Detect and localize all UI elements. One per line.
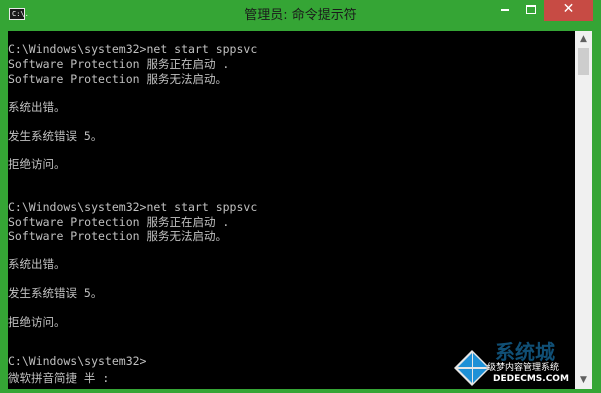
watermark-domain: DEDECMS.COM xyxy=(493,374,569,384)
console-prompt: C:\Windows\system32> xyxy=(8,354,147,368)
close-button[interactable]: ✕ xyxy=(544,0,593,21)
maximize-button[interactable] xyxy=(518,0,544,21)
console-line: 系统出错。 xyxy=(8,257,66,271)
console-line: 拒绝访问。 xyxy=(8,157,66,171)
console-line: Software Protection 服务正在启动 . xyxy=(8,215,230,229)
title-bar[interactable]: C:\. 管理员: 命令提示符 ✕ xyxy=(0,0,601,31)
minimize-icon xyxy=(501,9,509,11)
maximize-icon xyxy=(526,5,536,14)
ime-status-bar: 微软拼音简捷 半 : xyxy=(8,371,110,385)
console-output[interactable]: C:\Windows\system32>net start sppsvc Sof… xyxy=(8,31,575,389)
console-line: 发生系统错误 5。 xyxy=(8,286,103,300)
minimize-button[interactable] xyxy=(492,0,518,21)
scroll-down-icon[interactable]: ▼ xyxy=(575,372,592,389)
cmd-window: C:\. 管理员: 命令提示符 ✕ C:\Windows\system32>ne… xyxy=(0,0,601,393)
scroll-up-icon[interactable]: ▲ xyxy=(575,31,592,48)
console-line: 发生系统错误 5。 xyxy=(8,129,103,143)
scroll-thumb[interactable] xyxy=(578,48,589,75)
console-line: C:\Windows\system32>net start sppsvc xyxy=(8,200,258,214)
console-line: 拒绝访问。 xyxy=(8,315,66,329)
console-line: Software Protection 服务无法启动。 xyxy=(8,72,227,86)
watermark-brand: 系统城 xyxy=(495,340,555,364)
console-line: 系统出错。 xyxy=(8,100,66,114)
close-icon: ✕ xyxy=(562,1,575,17)
console-line: Software Protection 服务无法启动。 xyxy=(8,229,227,243)
watermark-caption: 级梦内容管理系统 xyxy=(487,363,560,373)
console-line: C:\Windows\system32>net start sppsvc xyxy=(8,42,258,56)
console-line: Software Protection 服务正在启动 . xyxy=(8,57,230,71)
vertical-scrollbar[interactable]: ▲ ▼ xyxy=(575,31,592,389)
